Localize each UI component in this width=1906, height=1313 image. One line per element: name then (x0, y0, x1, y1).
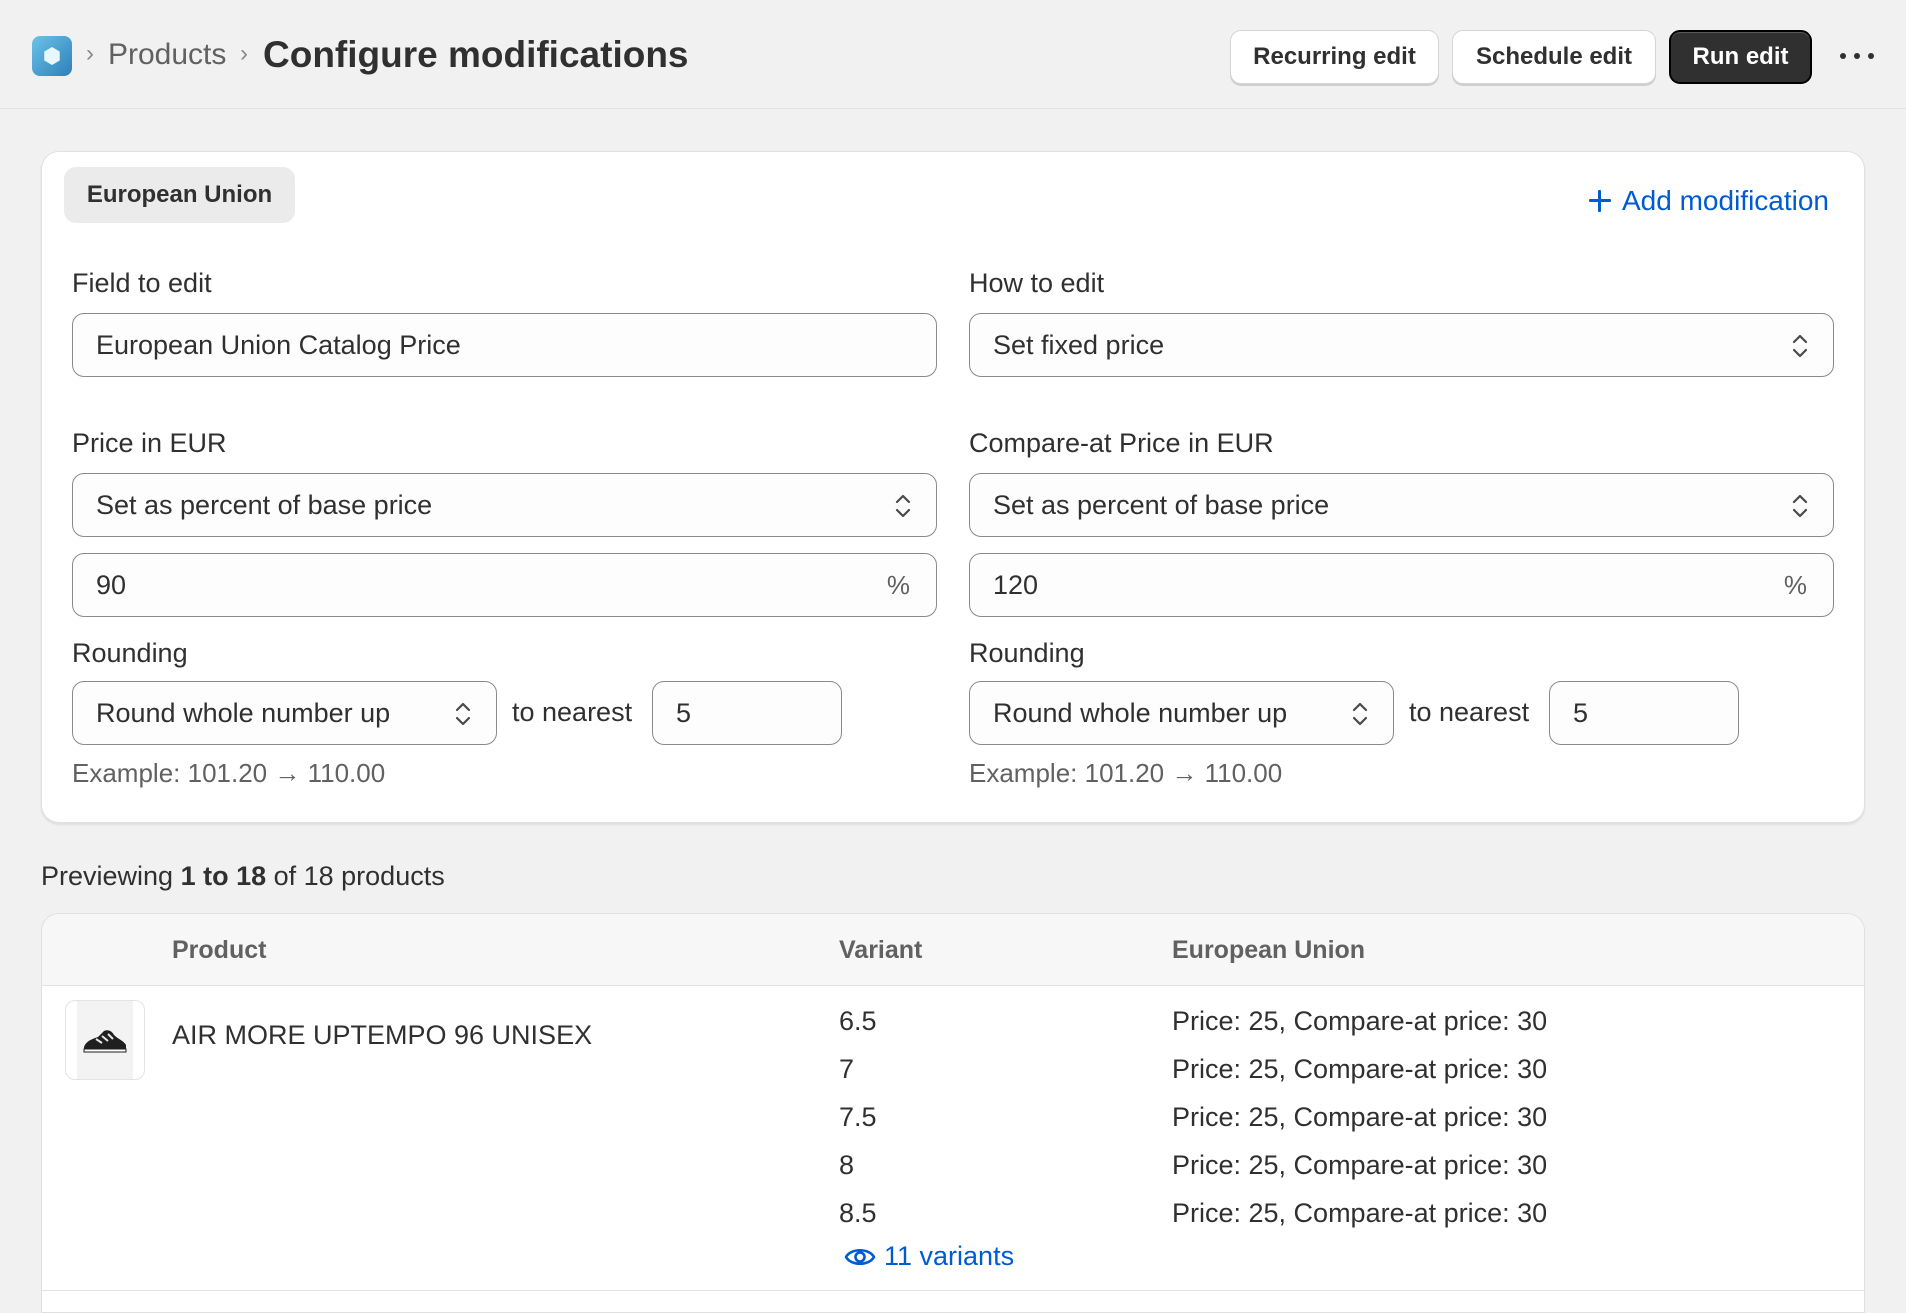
price-method-value: Set as percent of base price (96, 489, 433, 520)
compare-rounding-value: Round whole number up (993, 697, 1288, 728)
chevron-updown-icon (1792, 334, 1808, 358)
price-rounding-label: Rounding (72, 638, 188, 668)
compare-rounding-select[interactable]: Round whole number up (969, 681, 1394, 745)
chevron-updown-icon (1792, 494, 1808, 518)
compare-price-method-select[interactable]: Set as percent of base price (969, 473, 1834, 537)
price-percent-value: 90 (96, 569, 127, 600)
compare-to-nearest-label: to nearest (1409, 697, 1530, 727)
variant-cell: 7 (839, 1054, 855, 1084)
chevron-updown-icon (1352, 702, 1368, 726)
market-pill[interactable]: European Union (64, 167, 295, 223)
how-to-edit-value: Set fixed price (993, 329, 1165, 360)
price-cell: Price: 25, Compare-at price: 30 (1172, 1006, 1548, 1036)
field-to-edit-value: European Union Catalog Price (96, 329, 461, 360)
price-percent-input[interactable]: 90 % (72, 553, 937, 617)
compare-price-percent-input[interactable]: 120 % (969, 553, 1834, 617)
price-cell: Price: 25, Compare-at price: 30 (1172, 1150, 1548, 1180)
preview-table: Product Variant European Union AIR MORE … (41, 913, 1865, 1313)
field-to-edit-label: Field to edit (72, 268, 212, 298)
run-edit-button[interactable]: Run edit (1669, 30, 1812, 84)
price-rounding-select[interactable]: Round whole number up (72, 681, 497, 745)
add-modification-label: Add modification (1622, 185, 1830, 216)
chevron-updown-icon (895, 494, 911, 518)
eye-icon (844, 1248, 876, 1265)
top-bar: › Products › Configure modifications Rec… (0, 0, 1906, 109)
price-to-nearest-label: to nearest (512, 697, 633, 727)
compare-nearest-input[interactable]: 5 (1549, 681, 1739, 745)
preview-suffix: of 18 products (266, 861, 445, 891)
more-actions-icon[interactable] (1840, 50, 1874, 62)
variant-cell: 8 (839, 1150, 855, 1180)
compare-nearest-value: 5 (1573, 697, 1589, 728)
column-header-product: Product (172, 936, 267, 964)
how-to-edit-select[interactable]: Set fixed price (969, 313, 1834, 377)
product-thumbnail[interactable] (65, 1000, 145, 1080)
price-cell: Price: 25, Compare-at price: 30 (1172, 1102, 1548, 1132)
product-name[interactable]: AIR MORE UPTEMPO 96 UNISEX (172, 1020, 592, 1051)
compare-price-label: Compare-at Price in EUR (969, 428, 1274, 458)
compare-rounding-example: Example: 101.20 → 110.00 (969, 758, 1283, 788)
chevron-updown-icon (455, 702, 471, 726)
variants-count-label: 11 variants (884, 1241, 1015, 1271)
shoe-thumbnail (83, 1030, 127, 1053)
plus-icon (1588, 189, 1612, 213)
price-cell: Price: 25, Compare-at price: 30 (1172, 1054, 1548, 1084)
price-rounding-value: Round whole number up (96, 697, 391, 728)
price-rounding-example: Example: 101.20 → 110.00 (72, 758, 386, 788)
compare-price-method-value: Set as percent of base price (993, 489, 1330, 520)
variant-cell: 7.5 (839, 1102, 877, 1132)
variant-cell: 8.5 (839, 1198, 877, 1228)
breadcrumb-separator: › (240, 40, 248, 67)
app-logo-icon[interactable] (32, 36, 72, 76)
price-cell: Price: 25, Compare-at price: 30 (1172, 1198, 1548, 1228)
column-header-market: European Union (1172, 936, 1366, 964)
breadcrumb-separator: › (86, 40, 94, 67)
price-nearest-input[interactable]: 5 (652, 681, 842, 745)
recurring-edit-button[interactable]: Recurring edit (1230, 30, 1439, 84)
compare-rounding-label: Rounding (969, 638, 1085, 668)
breadcrumb-products-link[interactable]: Products (108, 38, 226, 72)
preview-summary: Previewing 1 to 18 of 18 products (41, 861, 445, 892)
preview-range: 1 to 18 (180, 861, 267, 891)
variant-cell: 6.5 (839, 1006, 877, 1036)
how-to-edit-label: How to edit (969, 268, 1105, 298)
row-divider (42, 1290, 1864, 1291)
schedule-edit-button[interactable]: Schedule edit (1452, 30, 1656, 84)
price-label: Price in EUR (72, 428, 227, 458)
add-modification-button[interactable]: Add modification (1588, 183, 1829, 219)
field-to-edit-input[interactable]: European Union Catalog Price (72, 313, 937, 377)
table-header: Product Variant European Union (42, 914, 1864, 986)
compare-price-percent-value: 120 (993, 569, 1039, 600)
percent-suffix: % (1783, 570, 1807, 600)
percent-suffix: % (886, 570, 910, 600)
price-nearest-value: 5 (676, 697, 692, 728)
show-variants-link[interactable]: 11 variants (844, 1241, 1014, 1272)
price-method-select[interactable]: Set as percent of base price (72, 473, 937, 537)
preview-prefix: Previewing (41, 861, 181, 891)
page-title: Configure modifications (263, 34, 689, 75)
column-header-variant: Variant (839, 936, 923, 964)
